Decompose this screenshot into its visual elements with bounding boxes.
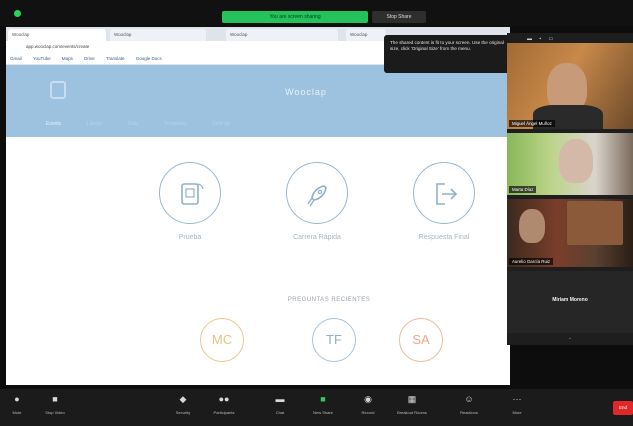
toolbar-label: Reactions (460, 410, 478, 415)
chat-button[interactable]: ▬ Chat (263, 394, 297, 415)
card-circle (286, 162, 348, 224)
site-nav-item[interactable]: Settings (212, 121, 230, 127)
zoom-top-bar: You are screen sharing Stop Share (0, 0, 633, 26)
site-logo-icon[interactable] (50, 81, 66, 99)
bookmark-item[interactable]: Translate (106, 56, 125, 61)
screen-share-banner: You are screen sharing (222, 11, 368, 23)
recent-question-sa[interactable]: SA (399, 318, 443, 362)
more-button[interactable]: ··· More (500, 394, 534, 415)
security-button[interactable]: ◆ Security (166, 394, 200, 415)
zoom-toolbar: ● Mute ■ Stop Video ◆ Security ●● Partic… (0, 389, 633, 426)
address-text: app.wooclap.com/events/create (26, 44, 90, 49)
new-share-button[interactable]: ■ New Share (306, 394, 340, 415)
tablet-icon (181, 183, 204, 205)
bookshelf-background (567, 201, 623, 245)
participant-name: Miguel Ángel Muñoz (509, 120, 555, 127)
card-circle (159, 162, 221, 224)
bookmark-item[interactable]: YouTube (33, 56, 51, 61)
toolbar-label: More (512, 410, 522, 415)
question-type-card-carrera[interactable]: Carrera Rápida (275, 162, 359, 242)
site-nav-item[interactable]: Templates (164, 121, 187, 127)
participant-name: Miriam Moreno (552, 297, 588, 303)
video-tile[interactable]: Miriam Moreno (507, 271, 633, 333)
recent-questions-title: PREGUNTAS RECIENTES (287, 297, 371, 303)
recent-question-tf[interactable]: TF (312, 318, 356, 362)
participants-video-panel: ▬ ▪ ▭ Miguel Ángel Muñoz Marta Díaz Aure… (507, 33, 633, 345)
video-tile[interactable]: Miguel Ángel Muñoz (507, 43, 633, 129)
shield-icon: ◆ (179, 394, 187, 404)
browser-tab[interactable]: Wooclap (8, 29, 106, 41)
browser-tab[interactable]: Wooclap (226, 29, 338, 41)
view-controls-icon[interactable]: ▬ ▪ ▭ (527, 36, 556, 42)
toolbar-label: Mute (12, 410, 22, 415)
site-nav-item[interactable]: Library (87, 121, 102, 127)
ellipsis-icon: ··· (512, 394, 522, 404)
mute-button[interactable]: ● Mute (0, 394, 34, 415)
panel-more-icon[interactable]: ⌄ (507, 335, 633, 345)
grid-icon: ▦ (407, 394, 417, 404)
participant-video (519, 209, 545, 243)
bookmark-item[interactable]: Gmail (10, 56, 22, 61)
browser-tab[interactable]: Wooclap (110, 29, 206, 41)
video-tile[interactable]: Aurelio García Ruiz (507, 199, 633, 267)
stop-video-button[interactable]: ■ Stop Video (38, 394, 72, 415)
recent-question-mc[interactable]: MC (200, 318, 244, 362)
share-icon: ■ (320, 394, 326, 404)
reactions-button[interactable]: ☺ Reactions (452, 394, 486, 415)
breakout-rooms-button[interactable]: ▦ Breakout Rooms (395, 394, 429, 415)
toolbar-label: Stop Video (45, 410, 65, 415)
bookmark-item[interactable]: Drive (84, 56, 95, 61)
status-dot-icon (14, 10, 21, 17)
toolbar-label: Participants (213, 410, 235, 415)
toolbar-label: Security (175, 410, 191, 415)
toolbar-label: Chat (275, 410, 285, 415)
record-icon: ◉ (364, 394, 372, 404)
mic-icon: ● (14, 394, 20, 404)
question-type-card-prueba[interactable]: Prueba (148, 162, 232, 242)
question-type-card-respuesta[interactable]: Respuesta Final (402, 162, 486, 242)
exit-door-icon (436, 183, 458, 205)
fit-to-screen-tooltip: The shared content is fit to your screen… (384, 35, 518, 73)
card-label: Respuesta Final (418, 234, 470, 241)
end-meeting-button[interactable]: End (613, 401, 633, 415)
video-tile[interactable]: Marta Díaz (507, 133, 633, 195)
stop-share-button[interactable]: Stop Share (372, 11, 426, 23)
toolbar-label: Breakout Rooms (397, 410, 427, 415)
site-title: Wooclap (285, 87, 327, 97)
rocket-icon (307, 185, 327, 207)
card-circle (413, 162, 475, 224)
record-button[interactable]: ◉ Record (351, 394, 385, 415)
bookmark-item[interactable]: Google Docs (136, 56, 162, 61)
camera-icon: ■ (52, 394, 58, 404)
zoom-window: You are screen sharing Stop Share Woocla… (0, 0, 633, 426)
site-header: Wooclap Events Library Stats Templates S… (6, 65, 510, 137)
participant-name: Marta Díaz (509, 186, 537, 193)
card-label: Carrera Rápida (293, 234, 341, 241)
toolbar-label: New Share (313, 410, 333, 415)
site-nav: Events Library Stats Templates Settings (46, 121, 254, 127)
panel-header: ▬ ▪ ▭ (507, 33, 633, 43)
site-nav-item[interactable]: Stats (127, 121, 138, 127)
site-nav-item[interactable]: Events (46, 121, 61, 127)
emoji-icon: ☺ (464, 394, 474, 404)
chat-icon: ▬ (275, 394, 285, 404)
participants-button[interactable]: ●● Participants (207, 394, 241, 415)
participant-video (559, 139, 593, 183)
participant-name: Aurelio García Ruiz (509, 258, 554, 265)
shared-browser-window: Wooclap Wooclap Wooclap Wooclap app.wooc… (6, 27, 510, 385)
browser-tab[interactable]: Wooclap (346, 29, 386, 41)
people-icon: ●● (218, 394, 230, 404)
card-label: Prueba (178, 234, 202, 241)
toolbar-label: Record (361, 410, 375, 415)
bookmark-item[interactable]: Maps (62, 56, 73, 61)
